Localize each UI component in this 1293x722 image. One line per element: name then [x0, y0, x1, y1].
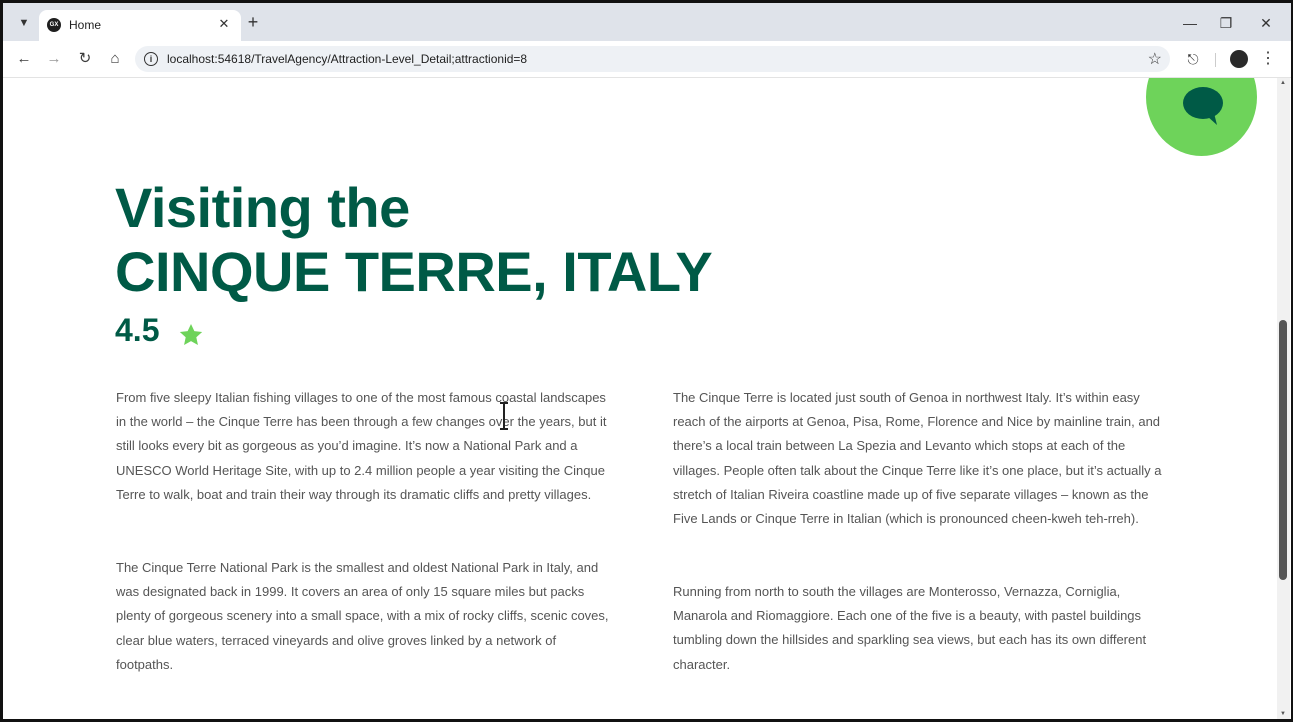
browser-toolbar: ← → ↻ ⌂ i localhost:54618/TravelAgency/A…	[3, 41, 1291, 78]
rating-value: 4.5	[115, 312, 160, 348]
toolbar-divider	[1215, 53, 1216, 67]
tab-home[interactable]: GX Home ✕	[39, 10, 241, 41]
forward-icon[interactable]: →	[44, 49, 64, 69]
star-icon	[179, 323, 203, 345]
address-bar[interactable]: i localhost:54618/TravelAgency/Attractio…	[135, 46, 1170, 72]
profile-avatar[interactable]	[1230, 50, 1248, 68]
info-icon[interactable]: i	[144, 52, 158, 66]
back-icon[interactable]: ←	[14, 49, 34, 69]
close-tab-icon[interactable]: ✕	[215, 15, 233, 33]
description-paragraph-3: The Cinque Terre is located just south o…	[673, 390, 1162, 527]
page-viewport: Visiting the CINQUE TERRE, ITALY 4.5 Fro…	[3, 78, 1277, 719]
page-title-line1: Visiting the	[115, 176, 410, 239]
description-paragraph-2: The Cinque Terre National Park is the sm…	[116, 560, 609, 672]
bookmark-star-icon[interactable]: ☆	[1148, 49, 1162, 69]
scrollbar-thumb[interactable]	[1279, 320, 1287, 580]
minimize-icon[interactable]: —	[1175, 12, 1205, 34]
home-icon[interactable]: ⌂	[105, 49, 125, 69]
chat-button[interactable]	[1146, 78, 1257, 156]
tab-title: Home	[69, 18, 102, 32]
chat-bubble-icon	[1183, 87, 1223, 125]
scroll-up-icon[interactable]: ▲	[1280, 80, 1286, 86]
extensions-icon[interactable]: ⎋	[1183, 49, 1203, 69]
description-paragraph-1: From five sleepy Italian fishing village…	[116, 390, 607, 502]
reload-icon[interactable]: ↻	[75, 49, 95, 69]
page-title-line2: CINQUE TERRE, ITALY	[115, 240, 713, 303]
new-tab-icon[interactable]: +	[243, 12, 263, 32]
tab-strip: ▼ GX Home ✕ + — ❐ ✕	[3, 3, 1291, 41]
description-paragraph-4: Running from north to south the villages…	[673, 584, 1147, 672]
favicon-icon: GX	[47, 18, 61, 32]
menu-kebab-icon[interactable]: ⋮	[1258, 49, 1278, 69]
tab-search-icon[interactable]: ▼	[13, 12, 35, 34]
restore-icon[interactable]: ❐	[1211, 12, 1241, 34]
close-window-icon[interactable]: ✕	[1251, 12, 1281, 34]
text-cursor-icon	[500, 402, 508, 430]
url-text[interactable]: localhost:54618/TravelAgency/Attraction-…	[167, 52, 527, 66]
scroll-down-icon[interactable]: ▼	[1280, 711, 1286, 717]
page-scrollbar[interactable]: ▲ ▼	[1277, 78, 1290, 719]
